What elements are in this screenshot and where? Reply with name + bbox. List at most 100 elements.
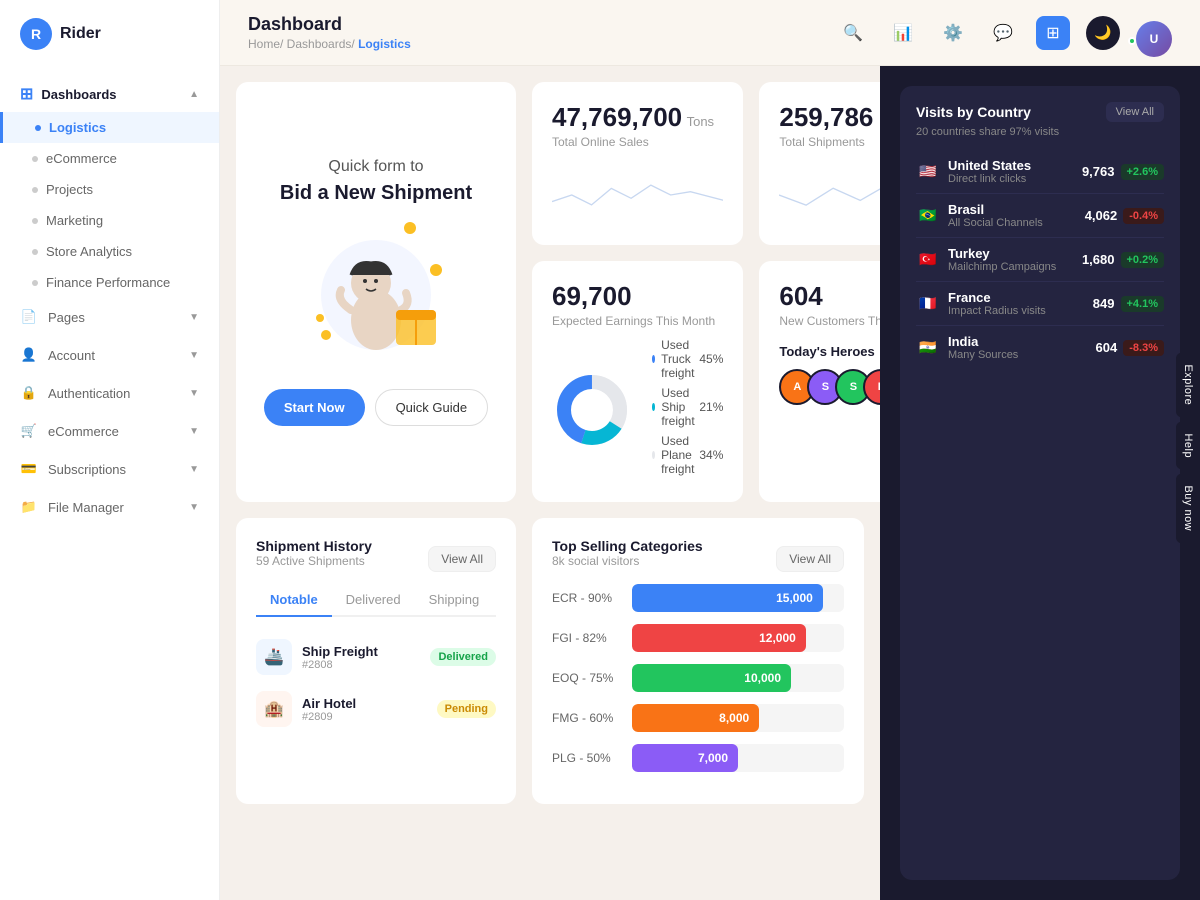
shipment-item-2: 🏨 Air Hotel #2809 Pending bbox=[256, 683, 496, 735]
grid-button[interactable]: ⚙️ bbox=[936, 16, 970, 50]
shipment-history-card: Shipment History 59 Active Shipments Vie… bbox=[236, 518, 516, 804]
stat-value: 259,786 bbox=[779, 102, 880, 133]
sidebar-item-store-analytics[interactable]: Store Analytics bbox=[0, 236, 219, 267]
apps-grid-button[interactable]: ⊞ bbox=[1036, 16, 1070, 50]
br-stats: 4,062 -0.4% bbox=[1085, 208, 1164, 224]
tr-flag: 🇹🇷 bbox=[916, 251, 940, 269]
sidebar-item-marketing[interactable]: Marketing bbox=[0, 205, 219, 236]
sidebar-item-projects[interactable]: Projects bbox=[0, 174, 219, 205]
fr-stats: 849 +4.1% bbox=[1093, 296, 1164, 312]
sidebar-item-file-manager[interactable]: 📁 File Manager ▼ bbox=[0, 488, 219, 526]
br-info: Brasil All Social Channels bbox=[948, 202, 1077, 229]
us-info: United States Direct link clicks bbox=[948, 158, 1074, 185]
active-dot bbox=[35, 125, 41, 131]
donut-chart bbox=[552, 370, 632, 450]
us-flag: 🇺🇸 bbox=[916, 163, 940, 181]
sidebar-item-ecommerce-page[interactable]: 🛒 eCommerce ▼ bbox=[0, 412, 219, 450]
total-shipments-card: 259,786 Total Shipments bbox=[759, 82, 880, 245]
promo-title: Quick form to bbox=[328, 158, 423, 176]
bar-track: 12,000 bbox=[632, 624, 844, 652]
stat-value: 604 bbox=[779, 281, 880, 312]
sidebar: R Rider ⊞ Dashboards ▲ Logistics eCommer… bbox=[0, 0, 220, 900]
bar-fill: 15,000 bbox=[632, 584, 823, 612]
heroes-avatars-list: A S S P J +2 bbox=[779, 369, 880, 405]
bar-row-plg: PLG - 50% 7,000 bbox=[552, 744, 844, 772]
sidebar-item-finance[interactable]: Finance Performance bbox=[0, 267, 219, 298]
dot bbox=[32, 280, 38, 286]
dashboards-header[interactable]: ⊞ Dashboards ▲ bbox=[0, 76, 219, 112]
promo-actions: Start Now Quick Guide bbox=[264, 389, 488, 426]
sidebar-item-pages[interactable]: 📄 Pages ▼ bbox=[0, 298, 219, 336]
content-area: Quick form to Bid a New Shipment bbox=[220, 66, 1200, 900]
header-title-area: Dashboard Home/ Dashboards/ Logistics bbox=[248, 14, 411, 51]
bar-track: 10,000 bbox=[632, 664, 844, 692]
visits-by-country-section: Visits by Country View All 20 countries … bbox=[900, 86, 1180, 880]
analytics-button[interactable]: 📊 bbox=[886, 16, 920, 50]
promo-subtitle: Bid a New Shipment bbox=[280, 182, 472, 205]
country-row-tr: 🇹🇷 Turkey Mailchimp Campaigns 1,680 +0.2… bbox=[916, 238, 1164, 282]
pages-icon: 📄 bbox=[20, 308, 38, 326]
categories-card: Top Selling Categories 8k social visitor… bbox=[532, 518, 864, 804]
sidebar-item-authentication[interactable]: 🔒 Authentication ▼ bbox=[0, 374, 219, 412]
shipment-view-all-button[interactable]: View All bbox=[428, 546, 496, 572]
categories-view-all-button[interactable]: View All bbox=[776, 546, 844, 572]
page-title: Dashboard bbox=[248, 14, 411, 35]
deco-dot bbox=[404, 222, 416, 234]
explore-tab[interactable]: Explore bbox=[1176, 352, 1200, 417]
start-now-button[interactable]: Start Now bbox=[264, 389, 365, 426]
shipment-icon: 🚢 bbox=[256, 639, 292, 675]
stat-label: Total Online Sales bbox=[552, 135, 723, 149]
right-panel: Visits by Country View All 20 countries … bbox=[880, 66, 1200, 900]
chat-button[interactable]: 💬 bbox=[986, 16, 1020, 50]
tr-stats: 1,680 +0.2% bbox=[1082, 252, 1164, 268]
bar-fill: 12,000 bbox=[632, 624, 806, 652]
main-area: Dashboard Home/ Dashboards/ Logistics 🔍 … bbox=[220, 0, 1200, 900]
sidebar-item-logistics[interactable]: Logistics bbox=[0, 112, 219, 143]
plane-freight-legend: Used Plane freight 34% bbox=[652, 434, 723, 476]
shipment-tabs: Notable Delivered Shipping bbox=[256, 584, 496, 617]
ship-freight-legend: Used Ship freight 21% bbox=[652, 386, 723, 428]
subscriptions-icon: 💳 bbox=[20, 460, 38, 478]
country-view-all-button[interactable]: View All bbox=[1106, 102, 1164, 122]
sidebar-item-ecommerce[interactable]: eCommerce bbox=[0, 143, 219, 174]
tr-change: +0.2% bbox=[1121, 252, 1165, 268]
tab-delivered[interactable]: Delivered bbox=[332, 584, 415, 617]
dot bbox=[32, 156, 38, 162]
theme-toggle[interactable]: 🌙 bbox=[1086, 16, 1120, 50]
search-button[interactable]: 🔍 bbox=[836, 16, 870, 50]
bar-row-ecr: ECR - 90% 15,000 bbox=[552, 584, 844, 612]
bar-row-eoq: EOQ - 75% 10,000 bbox=[552, 664, 844, 692]
top-row: Quick form to Bid a New Shipment bbox=[236, 82, 864, 502]
country-subtitle: 20 countries share 97% visits bbox=[916, 126, 1164, 138]
stat-value: 69,700 bbox=[552, 281, 723, 312]
chevron-icon: ▼ bbox=[189, 502, 199, 513]
new-customers-card: 604 New Customers This Month Today's Her… bbox=[759, 261, 880, 502]
truck-freight-legend: Used Truck freight 45% bbox=[652, 338, 723, 380]
shipment-card-header: Shipment History 59 Active Shipments Vie… bbox=[256, 538, 496, 580]
quick-guide-button[interactable]: Quick Guide bbox=[375, 389, 489, 426]
tab-shipping[interactable]: Shipping bbox=[415, 584, 494, 617]
in-info: India Many Sources bbox=[948, 334, 1088, 361]
categories-title-area: Top Selling Categories 8k social visitor… bbox=[552, 538, 703, 580]
chevron-icon: ▼ bbox=[189, 312, 199, 323]
country-section-header: Visits by Country View All bbox=[916, 102, 1164, 122]
bar-row-fmg: FMG - 60% 8,000 bbox=[552, 704, 844, 732]
buy-now-tab[interactable]: Buy now bbox=[1176, 474, 1200, 544]
stat-value: 47,769,700 Tons bbox=[552, 102, 723, 133]
help-tab[interactable]: Help bbox=[1176, 421, 1200, 470]
stat-label: New Customers This Month bbox=[779, 314, 880, 328]
user-avatar[interactable]: U bbox=[1136, 21, 1172, 57]
total-online-sales-card: 47,769,700 Tons Total Online Sales bbox=[532, 82, 743, 245]
header: Dashboard Home/ Dashboards/ Logistics 🔍 … bbox=[220, 0, 1200, 66]
chevron-icon: ▼ bbox=[189, 426, 199, 437]
tab-notable[interactable]: Notable bbox=[256, 584, 332, 617]
stat-label: Expected Earnings This Month bbox=[552, 314, 723, 328]
file-manager-icon: 📁 bbox=[20, 498, 38, 516]
promo-card: Quick form to Bid a New Shipment bbox=[236, 82, 516, 502]
us-change: +2.6% bbox=[1121, 164, 1165, 180]
ecommerce-icon: 🛒 bbox=[20, 422, 38, 440]
sidebar-item-account[interactable]: 👤 Account ▼ bbox=[0, 336, 219, 374]
fr-flag: 🇫🇷 bbox=[916, 295, 940, 313]
sidebar-item-subscriptions[interactable]: 💳 Subscriptions ▼ bbox=[0, 450, 219, 488]
logo[interactable]: R Rider bbox=[0, 0, 219, 68]
